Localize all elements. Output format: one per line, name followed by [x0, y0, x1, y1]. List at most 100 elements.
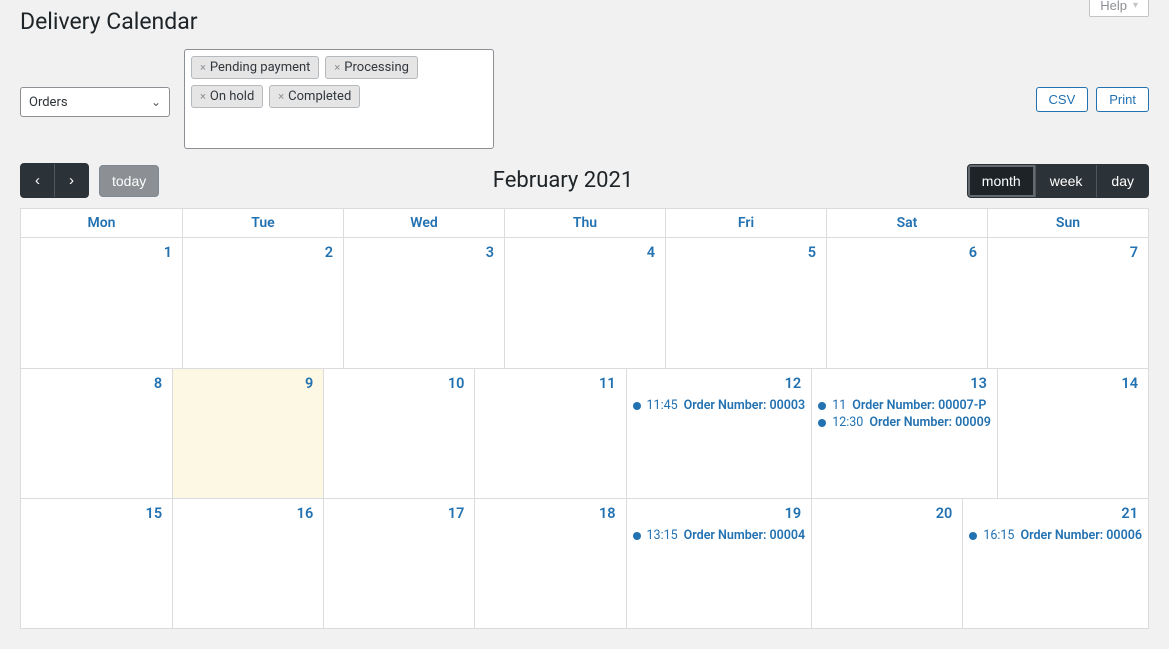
event-time: 11:45 — [647, 398, 678, 413]
event-dot-icon — [633, 402, 641, 410]
calendar-title: February 2021 — [493, 168, 633, 193]
print-button[interactable]: Print — [1096, 87, 1149, 112]
day-cell[interactable]: 15 — [21, 498, 172, 628]
day-number: 16 — [179, 503, 317, 528]
day-header: Fri — [665, 209, 826, 238]
chevron-right-icon: › — [69, 172, 74, 189]
day-cell[interactable]: 8 — [21, 368, 172, 498]
status-tag[interactable]: ×Processing — [325, 56, 418, 79]
day-number: 15 — [27, 503, 166, 528]
calendar-event[interactable]: 11 Order Number: 00007-P — [818, 398, 991, 413]
status-tag[interactable]: × Pending payment — [191, 56, 319, 79]
day-cell[interactable]: 11 — [474, 368, 625, 498]
next-button[interactable]: › — [54, 164, 88, 197]
day-events: 11 Order Number: 00007-P 12:30 Order Number… — [818, 398, 991, 430]
calendar-event[interactable]: 12:30 Order Number: 00009 — [818, 415, 991, 430]
event-time: 11 — [832, 398, 846, 413]
today-button[interactable]: today — [99, 165, 159, 197]
chevron-down-icon: ⌄ — [151, 95, 161, 109]
day-header: Tue — [182, 209, 343, 238]
event-title: Order Number: 00007-P — [852, 398, 986, 413]
day-cell[interactable]: 2116:15Order Number: 00006 — [962, 498, 1148, 628]
status-tag-label: Pending payment — [210, 60, 311, 75]
day-cell[interactable]: 7 — [987, 238, 1148, 368]
day-number: 14 — [1004, 373, 1142, 398]
day-cell[interactable]: 20 — [811, 498, 962, 628]
day-number: 4 — [511, 242, 659, 267]
day-cell[interactable]: 16 — [172, 498, 323, 628]
day-number: 20 — [818, 503, 956, 528]
close-icon[interactable]: × — [278, 90, 284, 103]
status-filter-box[interactable]: ×Pending payment×Processing×On hold×Comp… — [184, 49, 494, 149]
day-header: Mon — [21, 209, 182, 238]
day-cell[interactable]: 17 — [323, 498, 474, 628]
csv-button[interactable]: CSV — [1036, 87, 1089, 112]
status-tag[interactable]: × Completed — [269, 85, 360, 108]
event-dot-icon — [969, 532, 977, 540]
close-icon[interactable]: × — [334, 61, 340, 74]
day-cell[interactable]: 1 — [21, 238, 182, 368]
view-month-button[interactable]: month — [968, 165, 1035, 197]
help-label: Help — [1100, 0, 1127, 13]
prev-button[interactable]: ‹ — [21, 164, 54, 197]
status-tag[interactable]: × On hold — [191, 85, 263, 108]
day-number: 21 — [969, 503, 1142, 528]
event-title: Order Number: 00009 — [869, 415, 991, 430]
day-number: 7 — [994, 242, 1142, 267]
day-cell[interactable]: 5 — [665, 238, 826, 368]
day-cell[interactable]: 1913:15Order Number: 00004 — [626, 498, 812, 628]
day-number: 2 — [189, 242, 337, 267]
event-title: Order Number: 00003 — [684, 398, 806, 413]
day-number: 5 — [672, 242, 820, 267]
calendar-event[interactable]: 11:45 Order Number: 00003 — [633, 398, 806, 413]
status-tag-label: Completed — [288, 89, 351, 104]
orders-select[interactable]: Orders ⌄ — [20, 87, 170, 117]
day-cell[interactable]: 9 — [172, 368, 323, 498]
day-cell[interactable]: 6 — [826, 238, 987, 368]
day-header: Sun — [987, 209, 1148, 238]
event-time: 16:15 — [983, 528, 1014, 543]
calendar-event[interactable]: 13:15Order Number: 00004 — [633, 528, 806, 543]
calendar-week: 8910111211:45Order Number: 000031311Orde… — [21, 368, 1148, 498]
day-number: 1 — [27, 242, 176, 267]
day-events: 16:15Order Number: 00006 — [969, 528, 1142, 543]
view-day-button[interactable]: day — [1096, 165, 1148, 197]
chevron-down-icon: ▾ — [1133, 0, 1138, 11]
day-number: 12 — [633, 373, 806, 398]
event-time: 12:30 — [832, 415, 863, 430]
day-header: Wed — [343, 209, 504, 238]
day-cell[interactable]: 1311Order Number: 00007-P12:30Order Numb… — [811, 368, 997, 498]
orders-select-value: Orders — [29, 95, 68, 110]
help-button[interactable]: Help ▾ — [1089, 0, 1149, 17]
calendar-nav: ‹ › — [20, 163, 89, 198]
day-number: 11 — [481, 373, 619, 398]
close-icon[interactable]: × — [200, 90, 206, 103]
day-header: Thu — [504, 209, 665, 238]
calendar-event[interactable]: 16:15Order Number: 00006 — [969, 528, 1142, 543]
day-cell[interactable]: 18 — [474, 498, 625, 628]
event-time: 13:15 — [647, 528, 678, 543]
day-cell[interactable]: 3 — [343, 238, 504, 368]
day-number: 6 — [833, 242, 981, 267]
view-week-button[interactable]: week — [1035, 165, 1097, 197]
calendar: MonTueWedThuFriSatSun 12345678910111211:… — [20, 208, 1149, 629]
status-tag-label: On hold — [210, 89, 254, 104]
day-number: 10 — [330, 373, 468, 398]
chevron-left-icon: ‹ — [35, 172, 40, 189]
day-cell[interactable]: 1211:45 Order Number: 00003 — [626, 368, 812, 498]
calendar-body: 12345678910111211:45Order Number: 000031… — [21, 238, 1148, 628]
day-cell[interactable]: 10 — [323, 368, 474, 498]
event-dot-icon — [818, 402, 826, 410]
calendar-week: 1234567 — [21, 238, 1148, 368]
day-cell[interactable]: 14 — [997, 368, 1148, 498]
calendar-header-row: MonTueWedThuFriSatSun — [21, 209, 1148, 238]
view-switcher: month week day — [967, 164, 1149, 198]
day-number: 9 — [179, 373, 317, 398]
day-number: 3 — [350, 242, 498, 267]
day-events: 13:15Order Number: 00004 — [633, 528, 806, 543]
close-icon[interactable]: × — [200, 61, 206, 74]
day-cell[interactable]: 4 — [504, 238, 665, 368]
day-cell[interactable]: 2 — [182, 238, 343, 368]
event-dot-icon — [818, 419, 826, 427]
day-header: Sat — [826, 209, 987, 238]
